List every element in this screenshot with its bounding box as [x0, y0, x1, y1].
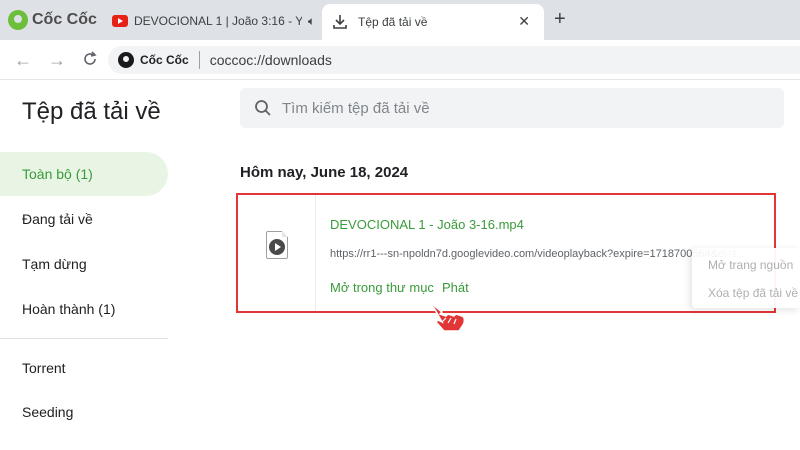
address-bar[interactable]: Cốc Cốc coccoc://downloads — [108, 46, 800, 74]
omnibox-brand: Cốc Cốc — [140, 53, 189, 67]
tab-youtube[interactable]: DEVOCIONAL 1 | João 3:16 - YouTube 🔈︎ — [108, 6, 322, 36]
open-in-folder-button[interactable]: Mở trong thư mục — [330, 280, 434, 295]
sidebar-item-all[interactable]: Toàn bộ (1) — [0, 152, 168, 196]
sidebar-item-label: Seeding — [22, 404, 74, 420]
pointer-hand-icon — [430, 302, 466, 332]
page-title: Tệp đã tải về — [22, 98, 161, 125]
search-placeholder: Tìm kiếm tệp đã tải về — [282, 99, 430, 117]
sidebar-item-completed[interactable]: Hoàn thành (1) — [0, 287, 168, 331]
browser-brand: Cốc Cốc — [8, 8, 97, 32]
new-tab-icon[interactable]: + — [554, 9, 566, 29]
sidebar-item-label: Torrent — [22, 360, 66, 376]
sidebar-item-label: Đang tải về — [22, 211, 93, 227]
video-file-icon — [266, 231, 288, 259]
download-icon — [333, 15, 347, 29]
open-source-page-item[interactable]: Mở trang nguồn — [708, 258, 800, 272]
sidebar: Tệp đã tải về Toàn bộ (1) Đang tải về Tạ… — [0, 80, 168, 450]
search-icon — [255, 100, 271, 116]
file-thumbnail — [238, 195, 316, 311]
tab-title: DEVOCIONAL 1 | João 3:16 - YouTube — [134, 14, 302, 28]
speaker-icon[interactable]: 🔈︎ — [308, 14, 315, 29]
tab-title: Tệp đã tải về — [358, 15, 428, 29]
forward-icon[interactable]: → — [48, 50, 66, 70]
tab-downloads[interactable]: Tệp đã tải về ✕ — [322, 4, 544, 40]
date-heading: Hôm nay, June 18, 2024 — [240, 164, 409, 181]
sidebar-item-seeding[interactable]: Seeding — [0, 390, 168, 434]
sidebar-item-torrent[interactable]: Torrent — [0, 346, 168, 390]
sidebar-divider — [0, 338, 168, 339]
omnibox-url[interactable]: coccoc://downloads — [210, 52, 332, 68]
sidebar-item-downloading[interactable]: Đang tải về — [0, 197, 168, 241]
tab-strip: Cốc Cốc DEVOCIONAL 1 | João 3:16 - YouTu… — [0, 0, 800, 40]
close-icon[interactable]: ✕ — [518, 13, 530, 30]
brand-name: Cốc Cốc — [32, 11, 97, 28]
reload-icon[interactable] — [82, 51, 98, 67]
coccoc-logo-icon — [118, 52, 134, 68]
play-button[interactable]: Phát — [442, 280, 469, 295]
sidebar-item-label: Toàn bộ (1) — [22, 166, 93, 182]
file-name-link[interactable]: DEVOCIONAL 1 - João 3-16.mp4 — [330, 217, 524, 232]
omnibox-divider — [198, 51, 200, 69]
context-menu: Mở trang nguồn Xóa tệp đã tải về — [692, 248, 800, 308]
sidebar-item-label: Tạm dừng — [22, 256, 87, 272]
youtube-icon — [112, 15, 128, 27]
play-icon — [269, 239, 285, 255]
sidebar-item-label: Hoàn thành (1) — [22, 301, 116, 317]
file-actions: Mở trong thư mục Phát — [330, 280, 469, 295]
sidebar-item-paused[interactable]: Tạm dừng — [0, 242, 168, 286]
search-input[interactable]: Tìm kiếm tệp đã tải về — [240, 88, 784, 128]
toolbar: ← → Cốc Cốc coccoc://downloads — [0, 40, 800, 80]
coccoc-logo-icon — [8, 10, 28, 30]
back-icon[interactable]: ← — [14, 50, 32, 70]
delete-download-item[interactable]: Xóa tệp đã tải về — [708, 286, 800, 300]
